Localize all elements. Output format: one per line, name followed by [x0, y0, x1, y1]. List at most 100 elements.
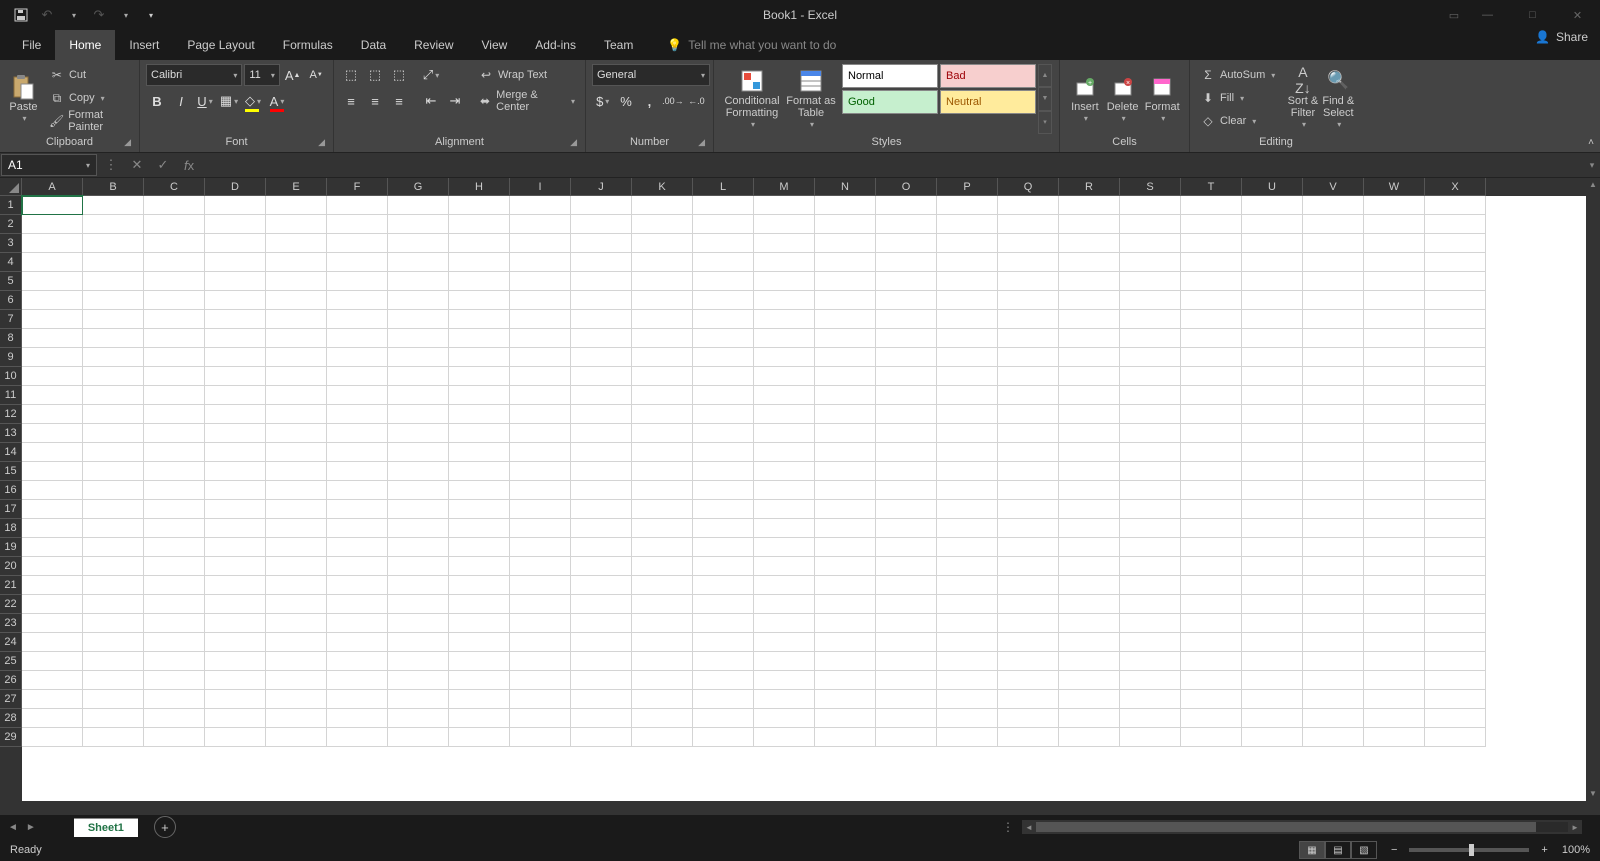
tab-formulas[interactable]: Formulas — [269, 30, 347, 60]
cell-M8[interactable] — [754, 329, 815, 348]
scroll-left-button[interactable]: ◄ — [1022, 823, 1036, 832]
cell-J27[interactable] — [571, 690, 632, 709]
column-header-Q[interactable]: Q — [998, 178, 1059, 196]
cell-R8[interactable] — [1059, 329, 1120, 348]
cell-N7[interactable] — [815, 310, 876, 329]
row-header-3[interactable]: 3 — [0, 234, 22, 253]
cell-B11[interactable] — [83, 386, 144, 405]
cell-F6[interactable] — [327, 291, 388, 310]
row-header-20[interactable]: 20 — [0, 557, 22, 576]
cell-C21[interactable] — [144, 576, 205, 595]
cell-P12[interactable] — [937, 405, 998, 424]
cell-C25[interactable] — [144, 652, 205, 671]
cell-G5[interactable] — [388, 272, 449, 291]
cell-F9[interactable] — [327, 348, 388, 367]
cell-A20[interactable] — [22, 557, 83, 576]
cell-S29[interactable] — [1120, 728, 1181, 747]
align-left-button[interactable]: ≡ — [340, 90, 362, 112]
cell-U20[interactable] — [1242, 557, 1303, 576]
cell-Q11[interactable] — [998, 386, 1059, 405]
cell-C12[interactable] — [144, 405, 205, 424]
cell-G19[interactable] — [388, 538, 449, 557]
cell-V11[interactable] — [1303, 386, 1364, 405]
cell-T4[interactable] — [1181, 253, 1242, 272]
cell-J24[interactable] — [571, 633, 632, 652]
cell-U12[interactable] — [1242, 405, 1303, 424]
cell-C9[interactable] — [144, 348, 205, 367]
cell-A22[interactable] — [22, 595, 83, 614]
cell-H19[interactable] — [449, 538, 510, 557]
cell-W10[interactable] — [1364, 367, 1425, 386]
cell-W3[interactable] — [1364, 234, 1425, 253]
tab-addins[interactable]: Add-ins — [521, 30, 590, 60]
zoom-slider[interactable] — [1409, 848, 1529, 852]
cell-R10[interactable] — [1059, 367, 1120, 386]
cell-B4[interactable] — [83, 253, 144, 272]
cell-G6[interactable] — [388, 291, 449, 310]
row-header-7[interactable]: 7 — [0, 310, 22, 329]
cell-R29[interactable] — [1059, 728, 1120, 747]
cell-S5[interactable] — [1120, 272, 1181, 291]
maximize-button[interactable]: □ — [1510, 0, 1555, 30]
cell-R11[interactable] — [1059, 386, 1120, 405]
cell-F12[interactable] — [327, 405, 388, 424]
cell-P11[interactable] — [937, 386, 998, 405]
cell-X6[interactable] — [1425, 291, 1486, 310]
cell-N10[interactable] — [815, 367, 876, 386]
cell-K21[interactable] — [632, 576, 693, 595]
cell-V28[interactable] — [1303, 709, 1364, 728]
cell-W18[interactable] — [1364, 519, 1425, 538]
cell-K13[interactable] — [632, 424, 693, 443]
cell-Q4[interactable] — [998, 253, 1059, 272]
cell-E1[interactable] — [266, 196, 327, 215]
cell-B17[interactable] — [83, 500, 144, 519]
row-header-26[interactable]: 26 — [0, 671, 22, 690]
cell-F16[interactable] — [327, 481, 388, 500]
cell-T12[interactable] — [1181, 405, 1242, 424]
cell-S24[interactable] — [1120, 633, 1181, 652]
alignment-dialog-launcher[interactable]: ◢ — [570, 137, 577, 148]
font-dialog-launcher[interactable]: ◢ — [318, 137, 325, 148]
cell-K6[interactable] — [632, 291, 693, 310]
cell-E26[interactable] — [266, 671, 327, 690]
cell-L4[interactable] — [693, 253, 754, 272]
cell-F14[interactable] — [327, 443, 388, 462]
cell-T26[interactable] — [1181, 671, 1242, 690]
cell-H2[interactable] — [449, 215, 510, 234]
cell-C13[interactable] — [144, 424, 205, 443]
cell-T27[interactable] — [1181, 690, 1242, 709]
cell-L8[interactable] — [693, 329, 754, 348]
increase-decimal-button[interactable]: .00→ — [662, 90, 684, 112]
cell-N24[interactable] — [815, 633, 876, 652]
cell-U15[interactable] — [1242, 462, 1303, 481]
cell-U10[interactable] — [1242, 367, 1303, 386]
cell-B28[interactable] — [83, 709, 144, 728]
cell-V6[interactable] — [1303, 291, 1364, 310]
cell-X17[interactable] — [1425, 500, 1486, 519]
cell-S1[interactable] — [1120, 196, 1181, 215]
cell-R5[interactable] — [1059, 272, 1120, 291]
cell-J14[interactable] — [571, 443, 632, 462]
cell-Q8[interactable] — [998, 329, 1059, 348]
cell-M12[interactable] — [754, 405, 815, 424]
cell-G22[interactable] — [388, 595, 449, 614]
cell-F23[interactable] — [327, 614, 388, 633]
cell-X21[interactable] — [1425, 576, 1486, 595]
cell-I17[interactable] — [510, 500, 571, 519]
cell-V29[interactable] — [1303, 728, 1364, 747]
cell-V16[interactable] — [1303, 481, 1364, 500]
cell-C17[interactable] — [144, 500, 205, 519]
cell-R4[interactable] — [1059, 253, 1120, 272]
cell-V24[interactable] — [1303, 633, 1364, 652]
cell-Q2[interactable] — [998, 215, 1059, 234]
column-header-P[interactable]: P — [937, 178, 998, 196]
font-name-combo[interactable]: Calibri▾ — [146, 64, 242, 86]
cell-W23[interactable] — [1364, 614, 1425, 633]
cell-L24[interactable] — [693, 633, 754, 652]
cell-B6[interactable] — [83, 291, 144, 310]
cell-J21[interactable] — [571, 576, 632, 595]
cell-M5[interactable] — [754, 272, 815, 291]
cell-Q21[interactable] — [998, 576, 1059, 595]
tab-insert[interactable]: Insert — [115, 30, 173, 60]
cell-R22[interactable] — [1059, 595, 1120, 614]
